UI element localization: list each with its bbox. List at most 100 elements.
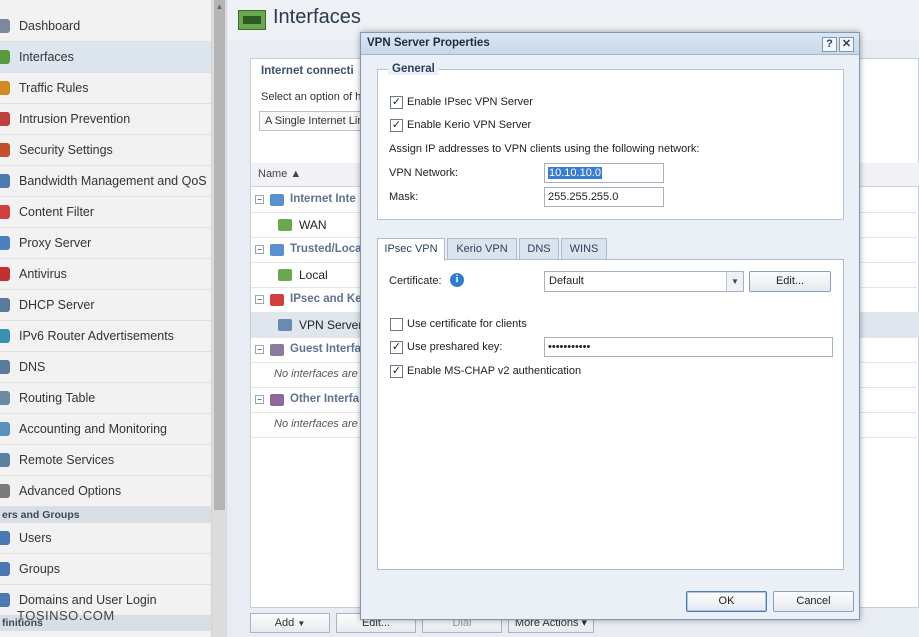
certificate-label: Certificate: bbox=[389, 275, 442, 287]
tab-dns[interactable]: DNS bbox=[519, 238, 559, 260]
groups-icon bbox=[0, 562, 10, 576]
grid-row-label: Guest Interfa bbox=[290, 343, 361, 355]
sidebar-item-bandwidth-management-and-qos[interactable]: Bandwidth Management and QoS bbox=[0, 166, 211, 197]
dialog-titlebar[interactable]: VPN Server Properties ? ✕ bbox=[361, 33, 859, 55]
sidebar-item-antivirus[interactable]: Antivirus bbox=[0, 259, 211, 290]
scroll-up-arrow-icon[interactable]: ▲ bbox=[214, 2, 225, 13]
preshared-key-input[interactable]: ••••••••••• bbox=[544, 337, 833, 357]
sidebar-item-label: Proxy Server bbox=[19, 236, 92, 250]
dashboard-icon bbox=[0, 19, 10, 33]
grid-row-label: IPsec and Ke bbox=[290, 293, 362, 305]
sidebar-item-ipv6-router-advertisements[interactable]: IPv6 Router Advertisements bbox=[0, 321, 211, 352]
use-preshared-key-label: Use preshared key: bbox=[407, 341, 503, 353]
sidebar-item-label: Traffic Rules bbox=[19, 81, 89, 95]
certificate-select-value: Default bbox=[549, 275, 584, 287]
sidebar-item-advanced-options[interactable]: Advanced Options bbox=[0, 476, 211, 507]
domains-icon bbox=[0, 593, 10, 607]
vpn-network-input[interactable]: 10.10.10.0 bbox=[544, 163, 664, 183]
sidebar-item-label: Remote Services bbox=[19, 453, 115, 467]
sidebar-item-proxy-server[interactable]: Proxy Server bbox=[0, 228, 211, 259]
sidebar-item-dhcp-server[interactable]: DHCP Server bbox=[0, 290, 211, 321]
sidebar-item-label: Dashboard bbox=[19, 19, 81, 33]
sidebar-item-label: Content Filter bbox=[19, 205, 95, 219]
ipv6-icon bbox=[0, 329, 10, 343]
collapse-toggle-icon[interactable]: − bbox=[255, 195, 264, 204]
select-option-label: Select an option of h bbox=[261, 91, 362, 103]
collapse-toggle-icon[interactable]: − bbox=[255, 395, 264, 404]
general-legend: General bbox=[388, 63, 439, 75]
column-header-name[interactable]: Name ▲ bbox=[258, 168, 301, 180]
enable-kerio-checkbox[interactable]: ✓ bbox=[390, 119, 403, 132]
sidebar-item-traffic-rules[interactable]: Traffic Rules bbox=[0, 73, 211, 104]
sidebar-item-content-filter[interactable]: Content Filter bbox=[0, 197, 211, 228]
vpn-network-label: VPN Network: bbox=[389, 167, 459, 179]
sidebar-item-remote-services[interactable]: Remote Services bbox=[0, 445, 211, 476]
dialog-tabs: IPsec VPN Kerio VPN DNS WINS bbox=[377, 238, 844, 261]
certificate-edit-button[interactable]: Edit... bbox=[749, 271, 831, 292]
sidebar-item-label: Accounting and Monitoring bbox=[19, 422, 168, 436]
use-certificate-checkbox[interactable] bbox=[390, 318, 403, 331]
vpn-server-icon bbox=[278, 319, 292, 331]
sidebar-item-users[interactable]: Users bbox=[0, 523, 211, 554]
collapse-toggle-icon[interactable]: − bbox=[255, 345, 264, 354]
tab-ipsec-vpn[interactable]: IPsec VPN bbox=[377, 238, 445, 261]
sidebar-item-label: DHCP Server bbox=[19, 298, 95, 312]
grid-row-label: Internet Inte bbox=[290, 193, 356, 205]
collapse-toggle-icon[interactable]: − bbox=[255, 245, 264, 254]
sidebar-scrollbar-thumb[interactable] bbox=[214, 0, 225, 510]
sidebar-item-label: Routing Table bbox=[19, 391, 96, 405]
intrusion-prevention-icon bbox=[0, 112, 10, 126]
mask-input[interactable]: 255.255.255.0 bbox=[544, 187, 664, 207]
sidebar-item-label: Groups bbox=[19, 562, 60, 576]
sidebar-item-accounting-and-monitoring[interactable]: Accounting and Monitoring bbox=[0, 414, 211, 445]
add-button-label: Add bbox=[274, 617, 295, 629]
use-certificate-label: Use certificate for clients bbox=[407, 318, 527, 330]
sidebar-item-groups[interactable]: Groups bbox=[0, 554, 211, 585]
users-icon bbox=[0, 531, 10, 545]
cancel-button[interactable]: Cancel bbox=[773, 591, 854, 612]
remote-services-icon bbox=[0, 453, 10, 467]
collapse-toggle-icon[interactable]: − bbox=[255, 295, 264, 304]
assign-addresses-text: Assign IP addresses to VPN clients using… bbox=[389, 143, 700, 155]
grid-row-label: Local bbox=[299, 268, 328, 282]
sidebar-item-security-settings[interactable]: Security Settings bbox=[0, 135, 211, 166]
sidebar-item-interfaces[interactable]: Interfaces bbox=[0, 42, 211, 73]
use-preshared-key-checkbox[interactable]: ✓ bbox=[390, 341, 403, 354]
routing-table-icon bbox=[0, 391, 10, 405]
ok-button[interactable]: OK bbox=[686, 591, 767, 612]
traffic-rules-icon bbox=[0, 81, 10, 95]
vpn-server-properties-dialog: VPN Server Properties ? ✕ General ✓ Enab… bbox=[360, 32, 860, 620]
other-icon bbox=[270, 394, 284, 406]
grid-row-label: No interfaces are bbox=[274, 418, 358, 430]
sidebar-item-label: Bandwidth Management and QoS bbox=[19, 174, 207, 188]
enable-ipsec-label: Enable IPsec VPN Server bbox=[407, 96, 533, 108]
cloud-icon bbox=[270, 244, 284, 256]
grid-row-label: Trusted/Loca bbox=[290, 243, 362, 255]
sidebar-item-dashboard[interactable]: Dashboard bbox=[0, 11, 211, 42]
nic-icon bbox=[278, 269, 292, 281]
internet-connectivity-title: Internet connecti bbox=[261, 65, 354, 77]
sidebar-item-label: Domains and User Login bbox=[19, 593, 157, 607]
enable-ipsec-checkbox[interactable]: ✓ bbox=[390, 96, 403, 109]
add-button[interactable]: Add ▼ bbox=[250, 613, 330, 633]
page-title: Interfaces bbox=[273, 6, 361, 28]
watermark: TOSINSO.COM bbox=[17, 608, 115, 623]
dropdown-arrow-icon: ▼ bbox=[297, 619, 306, 628]
sidebar-item-dns[interactable]: DNS bbox=[0, 352, 211, 383]
certificate-select[interactable]: Default ▼ bbox=[544, 271, 744, 292]
interfaces-icon bbox=[0, 50, 10, 64]
tab-wins[interactable]: WINS bbox=[561, 238, 607, 260]
sidebar-item-label: Advanced Options bbox=[19, 484, 122, 498]
mask-label: Mask: bbox=[389, 191, 419, 203]
advanced-options-icon bbox=[0, 484, 10, 498]
close-icon[interactable]: ✕ bbox=[839, 37, 854, 52]
tab-kerio-vpn[interactable]: Kerio VPN bbox=[447, 238, 517, 260]
sidebar-item-intrusion-prevention[interactable]: Intrusion Prevention bbox=[0, 104, 211, 135]
info-icon[interactable]: i bbox=[450, 273, 464, 287]
chevron-down-icon[interactable]: ▼ bbox=[726, 272, 743, 291]
grid-row-label: No interfaces are bbox=[274, 368, 358, 380]
proxy-server-icon bbox=[0, 236, 10, 250]
sidebar-item-routing-table[interactable]: Routing Table bbox=[0, 383, 211, 414]
help-icon[interactable]: ? bbox=[822, 37, 837, 52]
enable-mschap-checkbox[interactable]: ✓ bbox=[390, 365, 403, 378]
